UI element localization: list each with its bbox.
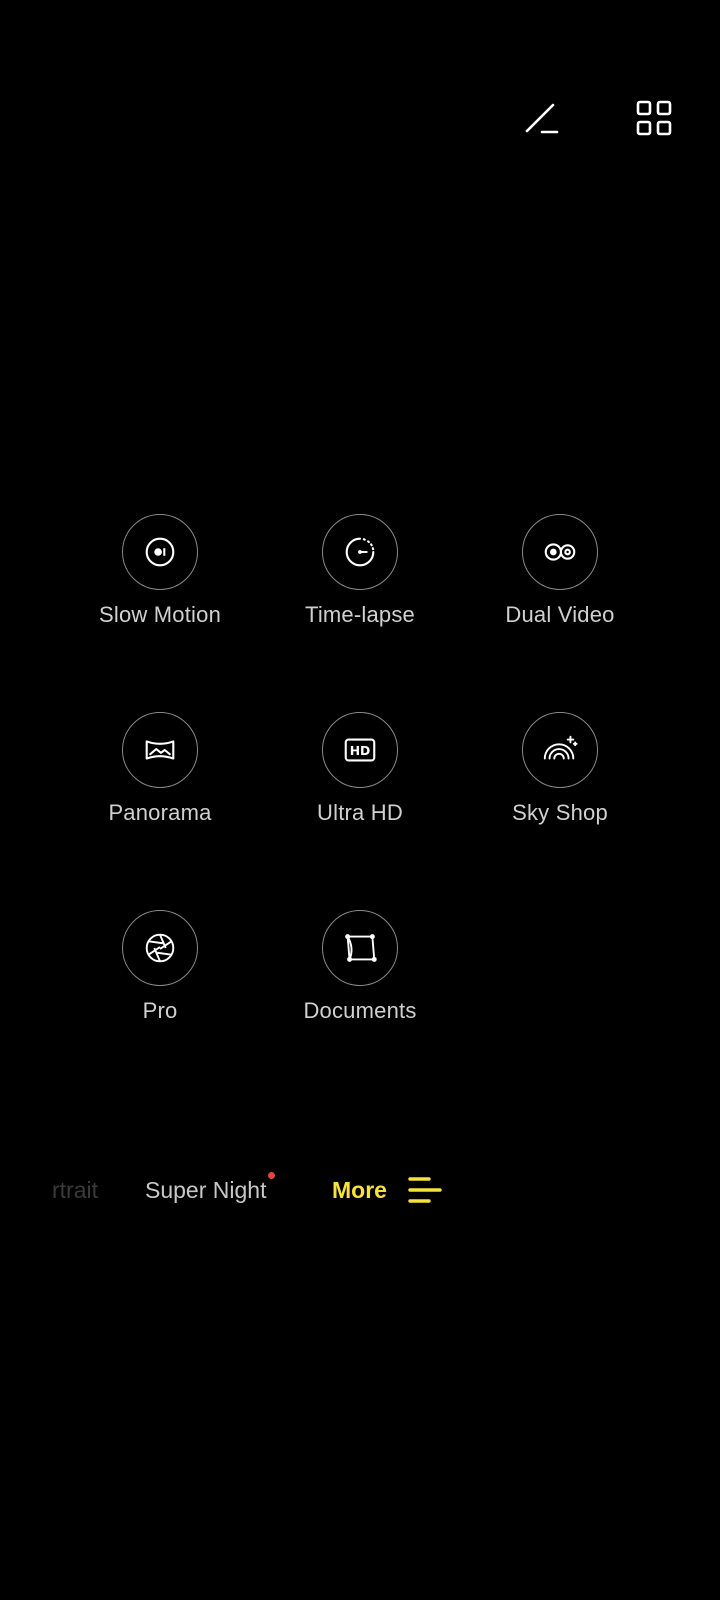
slow-motion-icon (145, 537, 175, 567)
mode-button[interactable] (322, 514, 398, 590)
dual-video-icon (544, 543, 576, 561)
top-bar (520, 96, 676, 140)
mode-label: Ultra HD (317, 800, 403, 825)
mode-ultra-hd[interactable]: HD Ultra HD (260, 712, 460, 826)
menu-icon[interactable] (407, 1174, 443, 1206)
documents-icon (345, 934, 377, 962)
mode-documents[interactable]: Documents (260, 910, 460, 1024)
mode-button[interactable] (522, 712, 598, 788)
mode-tab-portrait[interactable]: rtrait (52, 1170, 98, 1210)
mode-tab-label: Super Night (145, 1177, 267, 1203)
mode-button[interactable] (522, 514, 598, 590)
mode-bar: rtrait Super Night More (0, 1170, 720, 1210)
mode-label: Sky Shop (512, 800, 608, 825)
grid-icon[interactable] (632, 96, 676, 140)
sky-shop-icon (543, 735, 578, 760)
mode-button[interactable]: HD (322, 712, 398, 788)
mode-button[interactable] (122, 514, 198, 590)
mode-tab-more[interactable]: More (332, 1170, 387, 1210)
mode-button[interactable] (322, 910, 398, 986)
panorama-icon (145, 740, 175, 760)
mode-slow-motion[interactable]: Slow Motion (60, 514, 260, 628)
mode-button[interactable] (122, 712, 198, 788)
ultra-hd-icon: HD (344, 738, 376, 762)
hd-badge-text: HD (350, 744, 371, 758)
mode-label: Pro (142, 998, 178, 1023)
modes-grid: Slow Motion Time-lapse Dual Video Panora… (60, 514, 660, 1024)
edit-icon[interactable] (520, 96, 564, 140)
notification-dot (268, 1172, 276, 1179)
mode-label: Dual Video (505, 602, 615, 627)
mode-label: Panorama (108, 800, 212, 825)
mode-label: Documents (303, 998, 417, 1023)
time-lapse-icon (345, 537, 375, 567)
mode-label: Time-lapse (305, 602, 415, 627)
mode-panorama[interactable]: Panorama (60, 712, 260, 826)
mode-pro[interactable]: Pro (60, 910, 260, 1024)
mode-time-lapse[interactable]: Time-lapse (260, 514, 460, 628)
mode-label: Slow Motion (98, 602, 222, 627)
mode-tab-super-night[interactable]: Super Night (145, 1170, 276, 1210)
mode-sky-shop[interactable]: Sky Shop (460, 712, 660, 826)
mode-button[interactable] (122, 910, 198, 986)
mode-dual-video[interactable]: Dual Video (460, 514, 660, 628)
aperture-icon (145, 933, 175, 963)
